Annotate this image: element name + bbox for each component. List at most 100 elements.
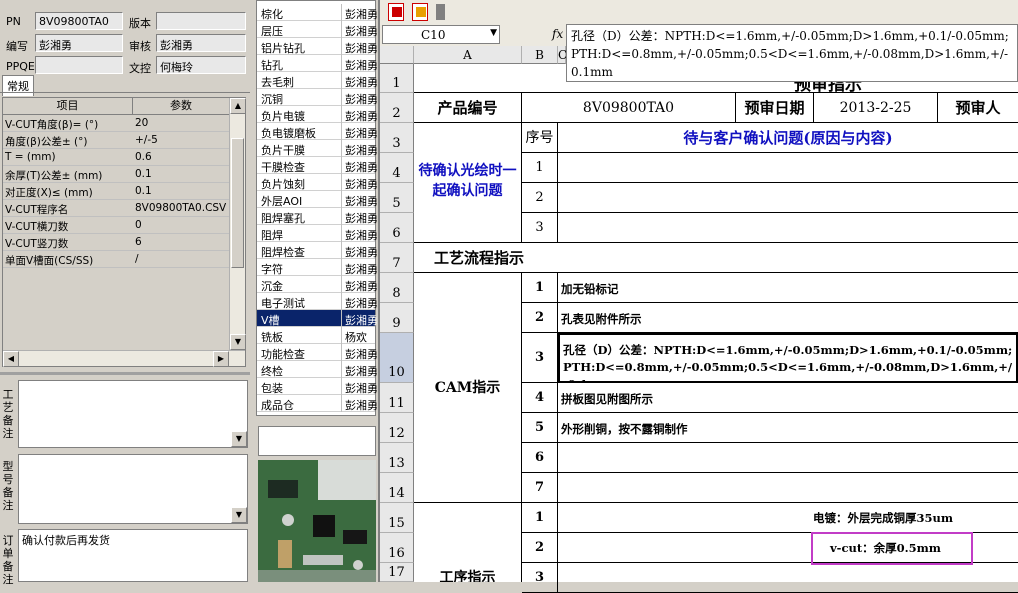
select-all-corner[interactable] [380, 46, 414, 64]
process-list-item[interactable]: 负片电镀 彭湘勇 [257, 106, 378, 123]
scroll-down-icon[interactable]: ▼ [230, 334, 246, 350]
process-list-item[interactable]: 阻焊检查 彭湘勇 [257, 242, 378, 259]
memo2-scroll-icon[interactable]: ▼ [231, 507, 247, 523]
row-header[interactable]: 15 [380, 503, 414, 533]
row-header[interactable]: 2 [380, 93, 414, 123]
process-list-item[interactable]: 棕化 彭湘勇 [257, 4, 378, 21]
row-header[interactable]: 12 [380, 413, 414, 443]
process-list-item[interactable]: 沉铜 彭湘勇 [257, 89, 378, 106]
toolbar-overflow-icon[interactable] [436, 4, 445, 20]
param-value[interactable]: 8V09800TA0.CSV [135, 202, 226, 214]
scroll-thumb[interactable] [231, 138, 244, 268]
row-header[interactable]: 13 [380, 443, 414, 473]
process-item-text[interactable] [558, 563, 1018, 593]
splitter[interactable] [0, 372, 250, 375]
process-list-item[interactable]: 负片干膜 彭湘勇 [257, 140, 378, 157]
param-row[interactable]: 单面V槽面(CS/SS) / [3, 251, 229, 268]
param-value[interactable]: 6 [135, 236, 142, 248]
process-list-item[interactable]: 电子测试 彭湘勇 [257, 293, 378, 310]
process-list-item[interactable]: 字符 彭湘勇 [257, 259, 378, 276]
param-row[interactable]: V-CUT程序名 8V09800TA0.CSV [3, 200, 229, 217]
param-row[interactable]: V-CUT横刀数 0 [3, 217, 229, 234]
row-header[interactable]: 8 [380, 273, 414, 303]
name-box[interactable]: C10 ▼ [382, 25, 500, 44]
pdf-export-icon[interactable] [412, 3, 428, 21]
scroll-right-icon[interactable]: ▶ [213, 351, 229, 367]
issue-cell-2[interactable] [558, 183, 1018, 213]
param-value[interactable]: +/-5 [135, 134, 158, 146]
cam-item-text[interactable] [558, 443, 1018, 473]
process-list-item[interactable]: 铝片钻孔 彭湘勇 [257, 38, 378, 55]
row-header[interactable]: 7 [380, 243, 414, 273]
process-list-item[interactable]: 阻焊 彭湘勇 [257, 225, 378, 242]
process-list-item[interactable]: 去毛刺 彭湘勇 [257, 72, 378, 89]
cam-item-text[interactable]: 孔径（D）公差：NPTH:D<=1.6mm,+/-0.05mm;D>1.6mm,… [558, 333, 1018, 383]
param-row[interactable]: 余厚(T)公差± (mm) 0.1 [3, 166, 229, 183]
param-value[interactable]: / [135, 253, 139, 265]
param-value[interactable]: 0.1 [135, 168, 152, 180]
version-field[interactable] [156, 12, 246, 30]
param-row[interactable]: V-CUT竖刀数 6 [3, 234, 229, 251]
doc-field[interactable]: 何梅玲 [156, 56, 246, 74]
row-header[interactable]: 5 [380, 183, 414, 213]
cam-item-text[interactable]: 加无铅标记 [558, 273, 1018, 303]
param-row[interactable]: T = (mm) 0.6 [3, 149, 229, 166]
product-no-value[interactable]: 8V09800TA0 [522, 93, 736, 123]
scroll-up-icon[interactable]: ▲ [230, 98, 246, 114]
process-detail-field[interactable] [258, 426, 376, 456]
row-header[interactable]: 17 [380, 563, 414, 582]
process-list-item[interactable]: 层压 彭湘勇 [257, 21, 378, 38]
param-value[interactable]: 0.6 [135, 151, 152, 163]
col-param-header[interactable]: 参数 [133, 98, 229, 115]
name-box-dropdown-icon[interactable]: ▼ [490, 28, 497, 38]
author-field[interactable]: 彭湘勇 [35, 34, 123, 52]
process-list-item[interactable]: 干膜检查 彭湘勇 [257, 157, 378, 174]
row-header[interactable]: 4 [380, 153, 414, 183]
issue-cell-1[interactable] [558, 153, 1018, 183]
param-value[interactable]: 20 [135, 117, 148, 129]
issue-cell-3[interactable] [558, 213, 1018, 243]
row-header[interactable]: 14 [380, 473, 414, 503]
order-note-field[interactable]: 确认付款后再发货 [18, 529, 248, 582]
process-list-item[interactable]: 功能检查 彭湘勇 [257, 344, 378, 361]
row-header[interactable]: 3 [380, 123, 414, 153]
review-field[interactable]: 彭湘勇 [156, 34, 246, 52]
col-header-a[interactable]: A [414, 46, 522, 64]
process-list-item[interactable]: 负片蚀刻 彭湘勇 [257, 174, 378, 191]
col-header-c[interactable]: C [558, 46, 567, 64]
row-header[interactable]: 9 [380, 303, 414, 333]
scroll-left-icon[interactable]: ◀ [3, 351, 19, 367]
process-list-item[interactable]: 成品仓 彭湘勇 [257, 395, 378, 412]
review-date-value[interactable]: 2013-2-25 [814, 93, 938, 123]
process-list-item[interactable]: 负电镀磨板 彭湘勇 [257, 123, 378, 140]
cam-item-text[interactable] [558, 473, 1018, 503]
process-list-item[interactable]: V槽 彭湘勇 [257, 310, 378, 327]
process-list-item[interactable]: 钻孔 彭湘勇 [257, 55, 378, 72]
row-header[interactable]: 11 [380, 383, 414, 413]
process-note-field[interactable]: ▼ [18, 380, 248, 448]
cam-item-text[interactable]: 拼板图见附图所示 [558, 383, 1018, 413]
param-row[interactable]: V-CUT角度(β)= (°) 20 [3, 115, 229, 132]
model-note-field[interactable]: ▼ [18, 454, 248, 524]
row-header[interactable]: 1 [380, 64, 414, 93]
process-list-item[interactable]: 阻焊塞孔 彭湘勇 [257, 208, 378, 225]
param-hscrollbar[interactable]: ◀ ▶ [3, 350, 245, 367]
process-list-item[interactable]: 包装 彭湘勇 [257, 378, 378, 395]
row-header[interactable]: 16 [380, 533, 414, 563]
process-list-item[interactable]: 铣板 杨欢 [257, 327, 375, 344]
row-header[interactable]: 10 [380, 333, 414, 383]
ppqe-field[interactable] [35, 56, 123, 74]
param-value[interactable]: 0 [135, 219, 142, 231]
param-scrollbar[interactable]: ▲ ▼ [229, 98, 246, 350]
param-value[interactable]: 0.1 [135, 185, 152, 197]
pn-field[interactable]: 8V09800TA0 [35, 12, 123, 30]
process-list-item[interactable]: 沉金 彭湘勇 [257, 276, 378, 293]
fx-icon[interactable]: fx [552, 27, 563, 41]
memo1-scroll-icon[interactable]: ▼ [231, 431, 247, 447]
process-list-item[interactable]: 外层AOI 彭湘勇 [257, 191, 378, 208]
process-item-text[interactable]: 电镀：外层完成铜厚35um [558, 503, 1018, 533]
cam-item-text[interactable]: 外形削铜，按不露铜制作 [558, 413, 1018, 443]
pdf-icon[interactable] [388, 3, 404, 21]
process-list-item[interactable]: 终检 彭湘勇 [257, 361, 378, 378]
formula-input[interactable]: 孔径（D）公差：NPTH:D<=1.6mm,+/-0.05mm;D>1.6mm,… [566, 24, 1018, 82]
